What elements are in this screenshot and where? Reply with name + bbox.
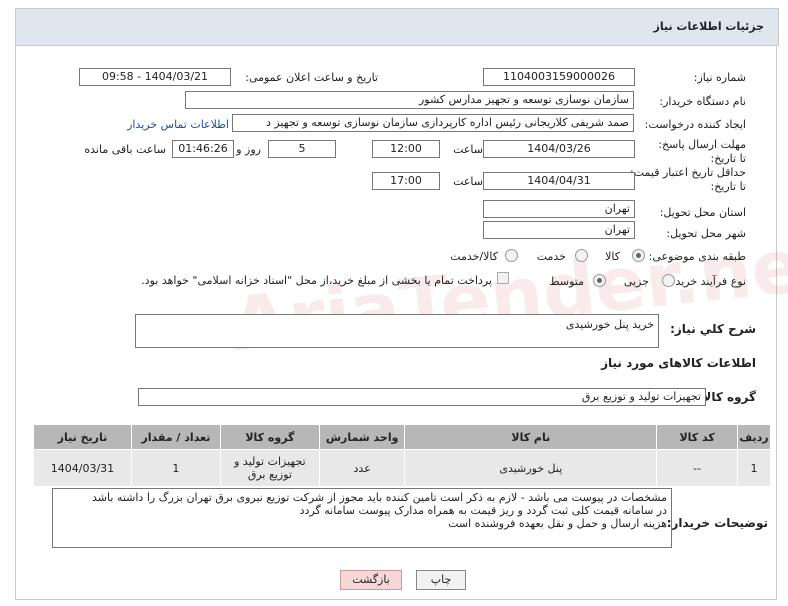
category-goods-text: کالا	[605, 250, 620, 263]
table-row[interactable]: 1 -- پنل خورشیدی عدد تجهیزات تولید و توز…	[33, 449, 771, 487]
goods-group-label: گروه کالا:	[697, 390, 756, 404]
process-partial-radio[interactable]	[662, 274, 675, 287]
buyer-note-line: هزینه ارسال و حمل و نقل بعهده فروشنده اس…	[448, 517, 667, 530]
need-number-label: شماره نیاز:	[693, 71, 746, 84]
description-field[interactable]: خرید پنل خورشیدی	[135, 314, 659, 348]
process-medium-radio[interactable]	[593, 274, 606, 287]
reply-date-field[interactable]: 1404/03/26	[483, 140, 635, 158]
contact-info-link[interactable]: اطلاعات تماس خریدار	[127, 118, 229, 131]
process-label: نوع فرآیند خرید :	[668, 275, 746, 288]
reply-time-label: ساعت	[453, 143, 483, 156]
goods-group-field[interactable]: تجهیزات تولید و توزیع برق	[138, 388, 706, 406]
col-code: کد کالا	[656, 424, 739, 450]
col-name: نام کالا	[404, 424, 658, 450]
category-service-text: خدمت	[536, 250, 566, 263]
city-label: شهر محل تحویل:	[666, 227, 746, 240]
creator-field[interactable]: صمد شریفی کلاریجانی رئیس اداره کارپردازی…	[232, 114, 634, 132]
price-validity-label: حداقل تاریخ اعتبار قیمت: تا تاریخ:	[630, 166, 746, 193]
treasury-checkbox[interactable]	[497, 272, 509, 284]
process-partial-text: جزیی	[623, 275, 649, 288]
category-goods-service-text: کالا/خدمت	[450, 250, 498, 263]
price-date-field[interactable]: 1404/04/31	[483, 172, 635, 190]
goods-info-title: اطلاعات کالاهای مورد نیاز	[601, 356, 756, 370]
cell-group: تجهیزات تولید و توزیع برق	[219, 449, 320, 487]
province-field[interactable]: تهران	[483, 200, 635, 218]
buyer-notes-field[interactable]: مشخصات در پیوست می باشد - لازم به ذکر اس…	[52, 488, 672, 548]
days-label: روز و	[236, 143, 261, 156]
col-row: ردیف	[737, 424, 771, 450]
city-field[interactable]: تهران	[483, 221, 635, 239]
buyer-org-field[interactable]: سازمان نوسازی توسعه و تجهیز مدارس کشور	[185, 91, 634, 109]
category-goods-radio[interactable]	[632, 249, 645, 262]
reply-time-field[interactable]: 12:00	[372, 140, 440, 158]
province-label: استان محل تحویل:	[659, 206, 746, 219]
panel-header: جزئیات اطلاعات نیاز	[15, 8, 779, 46]
announce-label: تاریخ و ساعت اعلان عمومی:	[245, 71, 378, 84]
cell-name: پنل خورشیدی	[404, 449, 658, 487]
creator-label: ایجاد کننده درخواست:	[644, 118, 746, 131]
buyer-org-label: نام دستگاه خریدار:	[659, 95, 746, 108]
price-time-label: ساعت	[453, 175, 483, 188]
days-field[interactable]: 5	[268, 140, 336, 158]
col-date: تاریخ نیاز	[33, 424, 132, 450]
items-table-header: ردیف کد کالا نام کالا واحد شمارش گروه کا…	[33, 424, 771, 450]
need-number-field[interactable]: 1104003159000026	[483, 68, 635, 86]
treasury-note: پرداخت تمام یا بخشی از مبلغ خرید،از محل …	[141, 274, 492, 287]
cell-row: 1	[737, 449, 771, 487]
col-qty: تعداد / مقدار	[130, 424, 221, 450]
cell-date: 1404/03/31	[33, 449, 132, 487]
description-label: شرح كلي نياز:	[670, 322, 756, 336]
items-table: ردیف کد کالا نام کالا واحد شمارش گروه کا…	[33, 424, 771, 487]
remaining-label: ساعت باقی مانده	[84, 143, 166, 156]
reply-deadline-label: مهلت ارسال پاسخ: تا تاریخ:	[658, 138, 746, 165]
back-button[interactable]: بازگشت	[340, 570, 402, 590]
category-service-radio[interactable]	[575, 249, 588, 262]
category-goods-service-radio[interactable]	[505, 249, 518, 262]
print-button[interactable]: چاپ	[416, 570, 466, 590]
buyer-note-line: مشخصات در پیوست می باشد - لازم به ذکر اس…	[92, 491, 667, 504]
cell-qty: 1	[130, 449, 221, 487]
panel-title: جزئیات اطلاعات نیاز	[653, 20, 765, 33]
col-group: گروه کالا	[219, 424, 320, 450]
cell-code: --	[656, 449, 739, 487]
category-label: طبقه بندی موضوعی:	[648, 250, 746, 263]
buyer-notes-label: توضیحات خریدار:	[666, 516, 768, 530]
col-unit: واحد شمارش	[318, 424, 406, 450]
cell-unit: عدد	[318, 449, 406, 487]
announce-field[interactable]: 1404/03/21 - 09:58	[79, 68, 231, 86]
buyer-note-line: در سامانه قیمت کلی ثبت گردد و ریز قیمت ب…	[299, 504, 667, 517]
remaining-field[interactable]: 01:46:26	[172, 140, 234, 158]
process-medium-text: متوسط	[549, 275, 584, 288]
price-time-field[interactable]: 17:00	[372, 172, 440, 190]
